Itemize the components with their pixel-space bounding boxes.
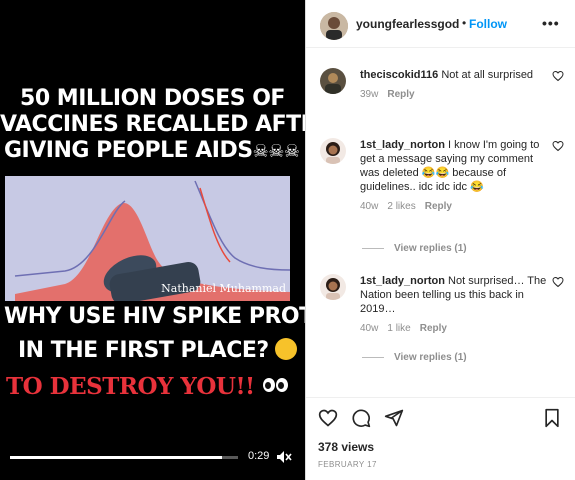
post-panel: youngfearlessgod • Follow ••• theciscoki…: [305, 0, 575, 480]
comment-avatar[interactable]: [320, 274, 346, 300]
author-username[interactable]: youngfearlessgod: [356, 17, 459, 31]
thinking-face-icon: [274, 338, 297, 360]
like-heart-icon[interactable]: [552, 70, 564, 82]
question-line-2-text: IN THE FIRST PLACE?: [18, 338, 269, 363]
question-line-2: IN THE FIRST PLACE?: [0, 338, 305, 362]
share-icon[interactable]: [384, 408, 404, 428]
comment-age: 39w: [360, 89, 379, 100]
headline-line-1: 50 MILLION DOSES OF: [20, 86, 285, 111]
comment-body: 1st_lady_norton Not surprised… The Natio…: [360, 274, 550, 336]
post-date: FEBRUARY 17: [318, 460, 377, 469]
like-heart-icon[interactable]: [552, 140, 564, 152]
reply-button[interactable]: Reply: [425, 201, 452, 212]
comment-likes[interactable]: 1 like: [387, 323, 410, 334]
video-player[interactable]: 50 MILLION DOSES OF VACCINES RECALLED AF…: [0, 0, 305, 480]
like-heart-icon[interactable]: [552, 276, 564, 288]
comment-avatar[interactable]: [320, 138, 346, 164]
mute-icon[interactable]: [276, 449, 292, 465]
view-replies-button[interactable]: View replies (1): [362, 243, 467, 254]
comment-text: Not at all surprised: [441, 69, 534, 81]
question-line-1: WHY USE HIV SPIKE PROTEIN: [4, 304, 305, 329]
comment-username[interactable]: theciscokid116: [360, 69, 438, 81]
comment-meta: 39w Reply: [360, 88, 550, 102]
like-icon[interactable]: [318, 408, 338, 428]
action-bar: [306, 397, 575, 437]
headline-line-3-text: GIVING PEOPLE AIDS: [4, 138, 253, 163]
more-options-icon[interactable]: •••: [542, 15, 560, 31]
save-bookmark-icon[interactable]: [542, 408, 562, 428]
author-avatar[interactable]: [320, 12, 348, 40]
video-time: 0:29: [248, 450, 270, 462]
header-separator: •: [462, 16, 467, 30]
comment-meta: 40w 1 like Reply: [360, 322, 550, 336]
eyes-icon: [262, 373, 289, 396]
view-replies-button[interactable]: View replies (1): [362, 352, 467, 363]
comment-avatar[interactable]: [320, 68, 346, 94]
destroy-line: TO DESTROY YOU!!: [0, 373, 305, 398]
view-count[interactable]: 378 views: [318, 440, 374, 454]
video-progress-fill: [10, 456, 223, 459]
skull-emoji: ☠☠☠: [252, 141, 300, 162]
reply-button[interactable]: Reply: [420, 323, 447, 334]
comment-username[interactable]: 1st_lady_norton: [360, 275, 445, 287]
video-frame-graph: Nathaniel Muhammad: [5, 176, 290, 301]
reply-button[interactable]: Reply: [387, 89, 414, 100]
follow-button[interactable]: Follow: [469, 17, 507, 31]
comment-body: theciscokid116 Not at all surprised 39w R…: [360, 68, 550, 102]
comment-body: 1st_lady_norton I know I'm going to get …: [360, 138, 550, 214]
comment-meta: 40w 2 likes Reply: [360, 200, 550, 214]
video-progress-bar[interactable]: [10, 456, 238, 459]
comment-age: 40w: [360, 201, 379, 212]
comment-username[interactable]: 1st_lady_norton: [360, 139, 445, 151]
comment-likes[interactable]: 2 likes: [387, 201, 415, 212]
headline-line-2: VACCINES RECALLED AFTER: [0, 112, 305, 137]
comment-icon[interactable]: [351, 408, 371, 428]
destroy-text: TO DESTROY YOU!!: [6, 373, 255, 400]
post-header: youngfearlessgod • Follow •••: [306, 0, 575, 48]
comment-age: 40w: [360, 323, 379, 334]
video-watermark: Nathaniel Muhammad: [161, 282, 286, 295]
headline-line-3: GIVING PEOPLE AIDS☠☠☠: [0, 140, 305, 162]
